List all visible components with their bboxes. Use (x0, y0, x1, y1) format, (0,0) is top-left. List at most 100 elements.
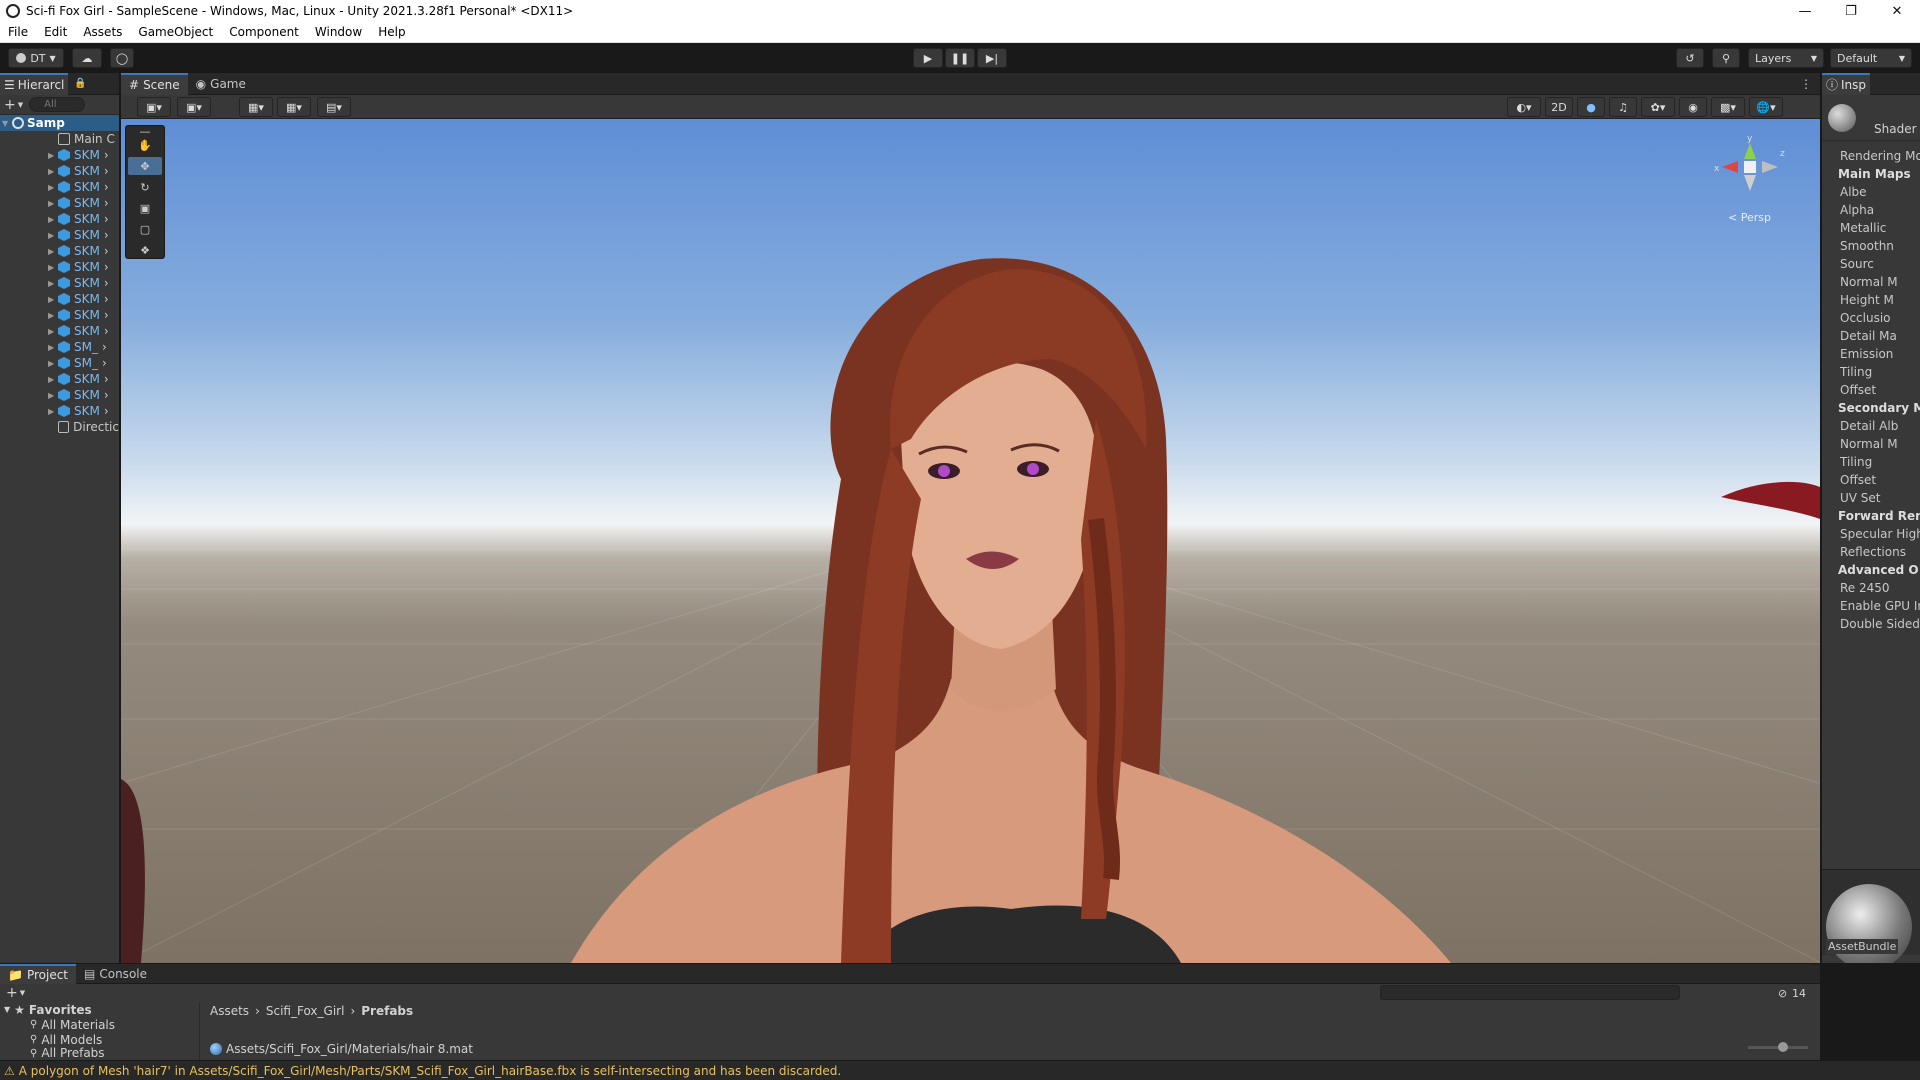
rotate-tool-icon[interactable]: ↻ (128, 178, 162, 196)
inspector-property-row[interactable]: Normal M (1822, 273, 1920, 291)
hierarchy-item[interactable]: ▶ SKM › (0, 147, 119, 163)
chevron-right-icon[interactable]: › (104, 308, 109, 322)
chevron-right-icon[interactable]: › (104, 276, 109, 290)
transform-tool-icon[interactable]: ❖ (128, 241, 162, 259)
inspector-property-row[interactable]: UV Set (1822, 489, 1920, 507)
inspector-property-row[interactable]: Forward Ren (1822, 507, 1920, 525)
maximize-icon[interactable]: ❐ (1828, 0, 1874, 22)
hierarchy-item[interactable]: ▶ SKM › (0, 163, 119, 179)
expand-arrow-icon[interactable]: ▶ (48, 375, 58, 384)
expand-arrow-icon[interactable]: ▶ (48, 343, 58, 352)
chevron-right-icon[interactable]: › (104, 164, 109, 178)
icon-size-slider[interactable] (1748, 1042, 1808, 1052)
chevron-right-icon[interactable]: › (104, 196, 109, 210)
favorite-item[interactable]: ⚲ All Prefabs (0, 1047, 199, 1059)
inspector-property-row[interactable]: Tiling (1822, 363, 1920, 381)
inspector-property-row[interactable]: Enable GPU In (1822, 597, 1920, 615)
rect-tool-icon[interactable]: ▢ (128, 220, 162, 238)
grid-plane-dropdown[interactable]: ▤▾ (317, 97, 351, 117)
hand-tool-icon[interactable]: ✋ (128, 136, 162, 154)
drag-handle-icon[interactable]: — (128, 125, 162, 138)
lighting-toggle[interactable]: ● (1577, 97, 1605, 117)
expand-arrow-icon[interactable]: ▶ (48, 199, 58, 208)
inspector-property-row[interactable]: Rendering Mo (1822, 147, 1920, 165)
chevron-right-icon[interactable]: › (104, 228, 109, 242)
chevron-right-icon[interactable]: › (104, 324, 109, 338)
favorite-item[interactable]: ⚲ All Models (0, 1032, 199, 1047)
lock-icon[interactable]: 🔒 (74, 78, 86, 89)
tab-console[interactable]: ▤ Console (76, 964, 155, 984)
menu-file[interactable]: File (0, 25, 36, 39)
hierarchy-item[interactable]: ▶ SKM › (0, 371, 119, 387)
inspector-property-row[interactable]: Smoothn (1822, 237, 1920, 255)
hierarchy-item[interactable]: Directic (0, 419, 119, 435)
expand-arrow-icon[interactable]: ▶ (48, 279, 58, 288)
menu-help[interactable]: Help (370, 25, 413, 39)
hierarchy-item[interactable]: ▶ SKM › (0, 259, 119, 275)
orientation-dropdown[interactable]: ◐▾ (1507, 97, 1541, 117)
menu-gameobject[interactable]: GameObject (130, 25, 221, 39)
hierarchy-item[interactable]: ▶ SM_ › (0, 339, 119, 355)
expand-arrow-icon[interactable]: ▶ (48, 231, 58, 240)
add-icon[interactable]: + (6, 985, 18, 1001)
more-options-icon[interactable]: ⋮ (1800, 77, 1812, 91)
search-button[interactable]: ⚲ (1712, 48, 1740, 68)
expand-arrow-icon[interactable]: ▶ (48, 311, 58, 320)
scene-viewport[interactable]: — ✋ ✥ ↻ ▣ ▢ ❖ y x z < Persp (121, 119, 1820, 963)
status-bar[interactable]: ⚠ A polygon of Mesh 'hair7' in Assets/Sc… (0, 1060, 1920, 1080)
expand-arrow-icon[interactable]: ▶ (48, 391, 58, 400)
persp-label[interactable]: < Persp (1728, 211, 1771, 224)
slider-thumb[interactable] (1778, 1042, 1788, 1052)
expand-arrow-icon[interactable]: ▶ (48, 215, 58, 224)
inspector-property-row[interactable]: Alpha (1822, 201, 1920, 219)
favorite-item[interactable]: ⚲ All Materials (0, 1017, 199, 1032)
favorites-row[interactable]: ▼ ★ Favorites (0, 1002, 199, 1017)
account-dropdown[interactable]: DT ▼ (8, 48, 64, 68)
minimize-icon[interactable]: — (1782, 0, 1828, 22)
hidden-packages-icon[interactable]: ⊘ (1778, 987, 1787, 1000)
inspector-property-row[interactable]: Detail Alb (1822, 417, 1920, 435)
inspector-property-row[interactable]: Detail Ma (1822, 327, 1920, 345)
menu-assets[interactable]: Assets (75, 25, 130, 39)
inspector-property-row[interactable]: Double Sided (1822, 615, 1920, 633)
inspector-property-row[interactable]: Re 2450 (1822, 579, 1920, 597)
hierarchy-item[interactable]: ▶ SKM › (0, 323, 119, 339)
effects-dropdown[interactable]: ✿▾ (1641, 97, 1675, 117)
cloud-button[interactable]: ☁ (72, 48, 102, 68)
expand-arrow-icon[interactable]: ▶ (48, 151, 58, 160)
inspector-property-row[interactable]: Offset (1822, 471, 1920, 489)
chevron-right-icon[interactable]: › (102, 356, 107, 370)
chevron-right-icon[interactable]: › (102, 340, 107, 354)
move-tool-icon[interactable]: ✥ (128, 157, 162, 175)
chevron-right-icon[interactable]: › (104, 292, 109, 306)
expand-arrow-icon[interactable]: ▶ (48, 407, 58, 416)
step-button[interactable]: ▶| (977, 48, 1007, 68)
hierarchy-item[interactable]: ▶ SKM › (0, 195, 119, 211)
hierarchy-item[interactable]: ▶ SKM › (0, 243, 119, 259)
tab-project[interactable]: 📁 Project (0, 963, 77, 984)
inspector-property-row[interactable]: Tiling (1822, 453, 1920, 471)
expand-arrow-icon[interactable]: ▶ (48, 295, 58, 304)
collab-button[interactable]: ◯ (110, 48, 134, 68)
inspector-property-row[interactable]: Specular High (1822, 525, 1920, 543)
breadcrumb-item[interactable]: Prefabs (361, 1004, 413, 1018)
inspector-property-row[interactable]: Main Maps (1822, 165, 1920, 183)
audio-toggle[interactable]: ♫ (1609, 97, 1637, 117)
breadcrumb-item[interactable]: Assets (210, 1004, 249, 1018)
breadcrumb-item[interactable]: Scifi_Fox_Girl (266, 1004, 345, 1018)
inspector-property-row[interactable]: Normal M (1822, 435, 1920, 453)
pause-button[interactable]: ❚❚ (945, 48, 975, 68)
chevron-right-icon[interactable]: › (104, 180, 109, 194)
hierarchy-item[interactable]: ▶ SKM › (0, 387, 119, 403)
tab-game[interactable]: ◉ Game (188, 73, 254, 95)
play-button[interactable]: ▶ (913, 48, 943, 68)
hierarchy-item[interactable]: ▶ SKM › (0, 307, 119, 323)
hierarchy-item[interactable]: ▶ SKM › (0, 227, 119, 243)
inspector-property-row[interactable]: Advanced O (1822, 561, 1920, 579)
inspector-property-row[interactable]: Sourc (1822, 255, 1920, 273)
inspector-property-row[interactable]: Reflections (1822, 543, 1920, 561)
hierarchy-search-input[interactable] (29, 97, 86, 112)
expand-arrow-icon[interactable]: ▶ (48, 359, 58, 368)
menu-window[interactable]: Window (307, 25, 370, 39)
chevron-right-icon[interactable]: › (104, 372, 109, 386)
